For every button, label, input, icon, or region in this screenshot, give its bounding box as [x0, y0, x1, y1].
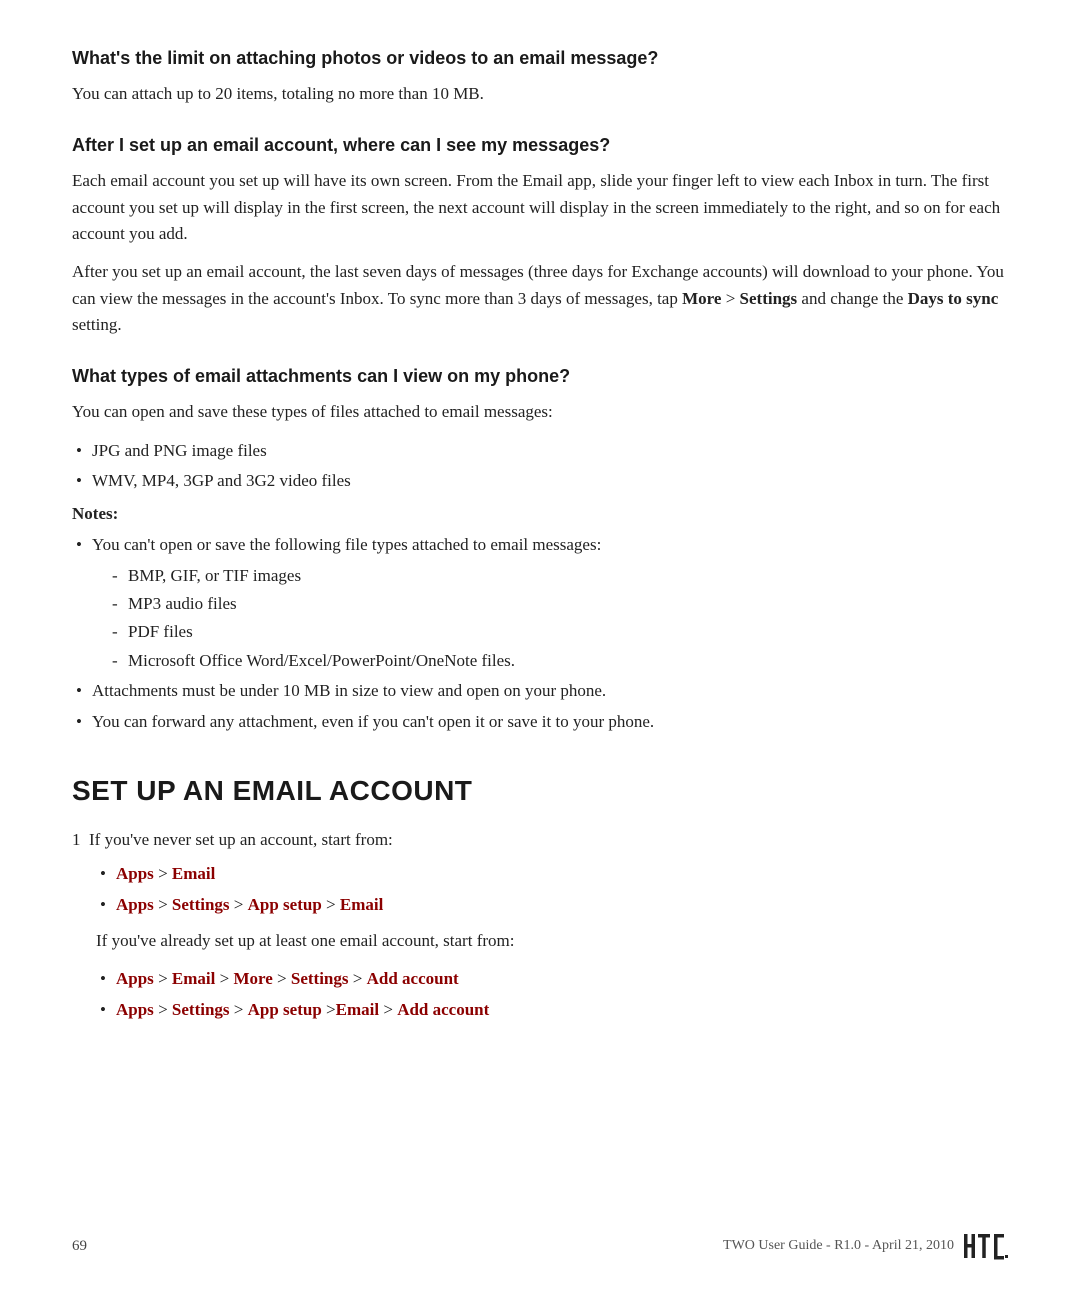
setup-section-title: SET UP AN EMAIL ACCOUNT [72, 775, 1008, 807]
footer-right: TWO User Guide - R1.0 - April 21, 2010 [723, 1232, 1008, 1260]
already-bullet-2: Apps > Settings > App setup >Email > Add… [96, 997, 1008, 1023]
sub-item-office: Microsoft Office Word/Excel/PowerPoint/O… [92, 648, 1008, 674]
sub-item-pdf: PDF files [92, 619, 1008, 645]
heading-photos-limit: What's the limit on attaching photos or … [72, 48, 1008, 69]
bold-days-to-sync: Days to sync [908, 289, 999, 308]
htc-logo [964, 1232, 1008, 1260]
step-1: 1 If you've never set up an account, sta… [72, 827, 1008, 853]
apps-link-2: Apps [116, 895, 154, 914]
text-photos-limit: You can attach up to 20 items, totaling … [72, 81, 1008, 107]
sub-item-bmp: BMP, GIF, or TIF images [92, 563, 1008, 589]
settings-link-2: Settings [291, 969, 349, 988]
page-footer: 69 TWO User Guide - R1.0 - April 21, 201… [72, 1232, 1008, 1260]
app-setup-link-1: App setup [248, 895, 322, 914]
apps-link-1: Apps [116, 864, 154, 883]
bold-settings: Settings [740, 289, 798, 308]
already-bullet-1: Apps > Email > More > Settings > Add acc… [96, 966, 1008, 992]
footer-guide-text: TWO User Guide - R1.0 - April 21, 2010 [723, 1238, 954, 1254]
email-link-3: Email [172, 969, 215, 988]
heading-email-attachments: What types of email attachments can I vi… [72, 366, 1008, 387]
settings-link-3: Settings [172, 1000, 230, 1019]
already-intro-text: If you've already set up at least one em… [96, 928, 1008, 954]
note-item-1: You can't open or save the following fil… [72, 532, 1008, 674]
apps-link-4: Apps [116, 1000, 154, 1019]
notes-label: Notes: [72, 504, 1008, 524]
email-link-4: Email [336, 1000, 379, 1019]
list-item-jpg: JPG and PNG image files [72, 438, 1008, 464]
already-bullets: Apps > Email > More > Settings > Add acc… [96, 966, 1008, 1023]
step-1-bullets-already: Apps > Email > More > Settings > Add acc… [96, 966, 1008, 1023]
sub-item-mp3: MP3 audio files [92, 591, 1008, 617]
note-item-2: Attachments must be under 10 MB in size … [72, 678, 1008, 704]
apps-link-3: Apps [116, 969, 154, 988]
never-bullet-2: Apps > Settings > App setup > Email [96, 892, 1008, 918]
email-link-1: Email [172, 864, 215, 883]
add-account-link-2: Add account [397, 1000, 489, 1019]
file-types-list: JPG and PNG image files WMV, MP4, 3GP an… [72, 438, 1008, 495]
htc-logo-svg [964, 1232, 1008, 1260]
email-link-2: Email [340, 895, 383, 914]
step-number-1: 1 [72, 830, 81, 849]
heading-email-account-messages: After I set up an email account, where c… [72, 135, 1008, 156]
notes-list: You can't open or save the following fil… [72, 532, 1008, 734]
bold-more: More [682, 289, 721, 308]
step-1-bullets-never: Apps > Email Apps > Settings > App setup… [96, 861, 1008, 918]
text-email-account-1: Each email account you set up will have … [72, 168, 1008, 247]
list-item-wmv: WMV, MP4, 3GP and 3G2 video files [72, 468, 1008, 494]
note-item-3: You can forward any attachment, even if … [72, 709, 1008, 735]
never-bullet-1: Apps > Email [96, 861, 1008, 887]
add-account-link-1: Add account [367, 969, 459, 988]
text-attachments-intro: You can open and save these types of fil… [72, 399, 1008, 425]
page-container: What's the limit on attaching photos or … [0, 0, 1080, 1296]
page-number: 69 [72, 1238, 87, 1255]
sub-list-filetypes: BMP, GIF, or TIF images MP3 audio files … [92, 563, 1008, 674]
more-link-1: More [233, 969, 272, 988]
app-setup-link-2: App setup [248, 1000, 322, 1019]
never-bullets: Apps > Email Apps > Settings > App setup… [96, 861, 1008, 918]
settings-link-1: Settings [172, 895, 230, 914]
text-email-account-2: After you set up an email account, the l… [72, 259, 1008, 338]
